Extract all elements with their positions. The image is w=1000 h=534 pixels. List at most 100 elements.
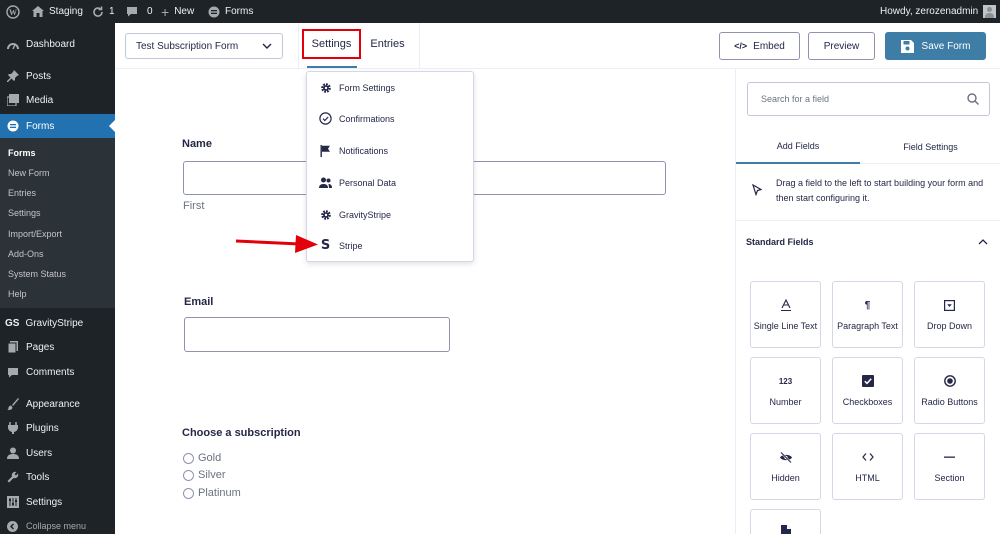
field-tile-paragraph-text[interactable]: ¶ Paragraph Text	[832, 281, 903, 348]
sidebar-item-pages[interactable]: Pages	[0, 335, 115, 359]
field-tile-html[interactable]: HTML	[832, 433, 903, 500]
field-tile-number[interactable]: 123 Number	[750, 357, 821, 424]
annotation-arrow	[235, 235, 318, 253]
embed-button[interactable]: </> Embed	[719, 32, 800, 60]
radio-option[interactable]: Platinum	[183, 487, 241, 499]
tab-entries[interactable]: Entries	[365, 29, 410, 59]
sidebar-item-tools[interactable]: Tools	[0, 465, 115, 489]
submenu-add-ons[interactable]: Add-Ons	[8, 249, 44, 259]
pages-icon	[6, 341, 19, 354]
site-name: Staging	[49, 6, 83, 17]
radio-circle	[183, 487, 194, 499]
field-tile-drop-down[interactable]: Drop Down	[914, 281, 985, 348]
sidebar-item-users[interactable]: Users	[0, 441, 115, 465]
wordpress-logo-icon[interactable]: W	[6, 0, 20, 23]
code-icon: </>	[734, 41, 748, 51]
field-tile-single-line-text[interactable]: Single Line Text	[750, 281, 821, 348]
sidebar-item-appearance[interactable]: Appearance	[0, 392, 115, 416]
menu-item-stripe[interactable]: S Stripe	[319, 238, 363, 253]
eye-slash-icon	[779, 450, 793, 464]
new-content-link[interactable]: + New	[161, 0, 194, 23]
save-form-button[interactable]: Save Form	[885, 32, 986, 60]
submenu-entries[interactable]: Entries	[8, 188, 36, 198]
submenu-system-status[interactable]: System Status	[8, 269, 66, 279]
radio-option[interactable]: Silver	[183, 469, 226, 481]
field-tile-section[interactable]: Section	[914, 433, 985, 500]
sidebar-item-dashboard[interactable]: Dashboard	[0, 32, 115, 56]
flag-icon	[319, 144, 332, 157]
toolbar-divider	[298, 23, 299, 68]
my-account-link[interactable]: Howdy, zerozenadmin	[880, 0, 997, 23]
field-search-input[interactable]: Search for a field	[747, 82, 990, 116]
sidebar-item-comments[interactable]: Comments	[0, 360, 115, 384]
submenu-new-form[interactable]: New Form	[8, 168, 50, 178]
menu-item-form-settings[interactable]: Form Settings	[319, 81, 395, 94]
comment-bubble-icon	[6, 366, 19, 379]
collapse-menu-button[interactable]: Collapse menu	[0, 517, 115, 534]
sidebar-item-settings[interactable]: Settings	[0, 490, 115, 514]
site-name-link[interactable]: Staging	[32, 0, 83, 23]
field-tile-checkboxes[interactable]: Checkboxes	[832, 357, 903, 424]
tab-settings-underline	[307, 66, 357, 68]
text-a-icon	[780, 298, 791, 312]
gear-icon	[319, 208, 332, 221]
toolbar-divider	[419, 23, 420, 68]
svg-text:W: W	[9, 8, 17, 17]
email-field-label: Email	[184, 296, 214, 308]
submenu-help[interactable]: Help	[8, 289, 27, 299]
name-first-sublabel: First	[183, 200, 205, 212]
name-field-label: Name	[182, 138, 212, 150]
standard-fields-header[interactable]: Standard Fields	[736, 222, 1000, 262]
new-label: New	[174, 6, 195, 17]
form-switcher-select[interactable]: Test Subscription Form	[125, 33, 283, 59]
dropdown-select-icon	[944, 298, 955, 312]
user-icon	[6, 447, 19, 460]
tab-field-settings[interactable]: Field Settings	[860, 130, 1000, 164]
code-brackets-icon	[861, 450, 874, 464]
settings-dropdown-menu: Form Settings Confirmations Notification…	[306, 71, 474, 262]
form-switcher-value: Test Subscription Form	[136, 40, 239, 52]
submenu-settings[interactable]: Settings	[8, 208, 41, 218]
submenu-forms[interactable]: Forms	[8, 148, 36, 158]
email-input[interactable]	[184, 317, 450, 352]
sidebar-item-plugins[interactable]: Plugins	[0, 416, 115, 440]
tab-add-fields[interactable]: Add Fields	[736, 130, 860, 164]
radio-option[interactable]: Gold	[183, 452, 221, 464]
paragraph-icon: ¶	[864, 299, 871, 311]
comment-bubble-icon	[127, 7, 137, 17]
chevron-down-icon	[262, 43, 272, 49]
search-icon	[967, 93, 979, 105]
forms-label: Forms	[225, 6, 254, 17]
updates-count: 1	[109, 6, 115, 17]
chevron-up-icon	[978, 239, 988, 245]
radio-circle	[183, 452, 194, 464]
comments-link[interactable]: 0	[126, 0, 153, 23]
menu-item-personal-data[interactable]: Personal Data	[319, 176, 396, 189]
plugin-icon	[6, 422, 19, 435]
gravitystripe-badge-icon: GS	[5, 317, 20, 329]
field-tile-radio-buttons[interactable]: Radio Buttons	[914, 357, 985, 424]
preview-button[interactable]: Preview	[808, 32, 875, 60]
menu-item-confirmations[interactable]: Confirmations	[319, 112, 395, 125]
menu-item-gravitystripe[interactable]: GravityStripe	[319, 208, 391, 221]
media-icon	[6, 94, 19, 107]
field-tile-page[interactable]	[750, 509, 821, 534]
field-search-placeholder: Search for a field	[761, 94, 830, 104]
submenu-import-export[interactable]: Import/Export	[8, 229, 62, 239]
menu-item-notifications[interactable]: Notifications	[319, 144, 388, 157]
wrench-icon	[6, 471, 19, 484]
drag-hint: Drag a field to the left to start buildi…	[736, 165, 1000, 221]
field-tile-hidden[interactable]: Hidden	[750, 433, 821, 500]
tab-settings[interactable]: Settings	[302, 29, 361, 59]
sidebar-item-posts[interactable]: Posts	[0, 64, 115, 88]
standard-fields-title: Standard Fields	[746, 237, 814, 247]
sidebar-item-forms[interactable]: Forms	[0, 114, 115, 138]
settings-sliders-icon	[6, 496, 19, 509]
updates-link[interactable]: 1	[92, 0, 115, 23]
sidebar-item-media[interactable]: Media	[0, 88, 115, 112]
forms-admin-link[interactable]: Forms	[208, 0, 253, 23]
sidebar-item-gravitystripe[interactable]: GS GravityStripe	[0, 311, 115, 335]
gravity-forms-icon	[208, 6, 220, 17]
radio-button-icon	[943, 374, 956, 388]
admin-bar: W Staging 1 0 + New Forms Howdy, zerozen…	[0, 0, 1000, 23]
